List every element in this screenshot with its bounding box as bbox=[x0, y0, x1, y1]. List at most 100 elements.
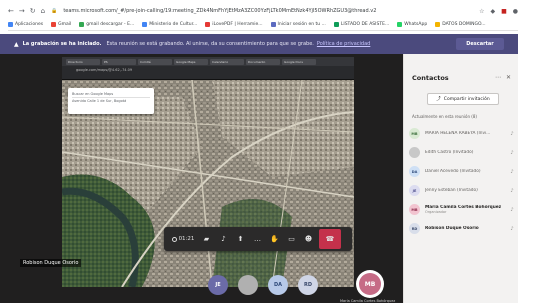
bookmark-label: Ministerio de Cultur... bbox=[149, 22, 198, 27]
map-search-suggestion: Avenida Calle 1 de Sur, Bogotá bbox=[72, 99, 127, 103]
bookmark-favicon-icon bbox=[435, 22, 441, 27]
screenshot-frame: ← → ↻ ⌂ 🔒 teams.microsoft.com/_#/pre-joi… bbox=[0, 0, 557, 303]
share-invite-button[interactable]: ⤴ Compartir invitación bbox=[427, 93, 499, 105]
participant-name: MARIA HELENA RABEYA (Invi... bbox=[425, 131, 491, 136]
star-icon[interactable]: ☆ bbox=[479, 8, 484, 15]
bookmark-item[interactable]: Gmail bbox=[51, 22, 71, 27]
participant-row[interactable]: MB MARIA HELENA RABEYA (Invi... ♪ bbox=[409, 124, 515, 143]
popout-icon[interactable]: ⋯ bbox=[495, 74, 501, 81]
bookmark-label: Gmail bbox=[58, 22, 72, 27]
bookmark-label: WhatsApp bbox=[404, 22, 428, 27]
bookmark-label: DATOS DOMINGO... bbox=[442, 22, 486, 27]
raise-hand-button[interactable]: ✋ bbox=[266, 229, 283, 249]
bookmark-favicon-icon bbox=[333, 22, 339, 27]
shared-browser-tab: Google Maps bbox=[174, 58, 208, 65]
mic-muted-icon: ♪ bbox=[221, 235, 226, 243]
participant-name: Edith Castro (Invitado) bbox=[425, 150, 474, 155]
bookmark-item[interactable]: gmail descargar - E... bbox=[79, 22, 134, 27]
participant-avatar: DA bbox=[409, 166, 420, 177]
participant-info: Daniel Acevedo (Invitado) bbox=[425, 169, 509, 174]
mic-status-icon: ♪ bbox=[510, 206, 514, 213]
bookmark-label: iLovePDF | Herramie... bbox=[212, 22, 263, 27]
participant-avatar: MB bbox=[409, 128, 420, 139]
contacts-title: Contactos bbox=[412, 74, 449, 82]
participant-avatar bbox=[238, 275, 258, 295]
bookmark-item[interactable]: DATOS DOMINGO... bbox=[435, 22, 486, 27]
participant-name: Jenny Esteban (Invitado) bbox=[425, 188, 478, 193]
participant-row[interactable]: RD Robison Duque Osorio ♪ bbox=[409, 219, 515, 238]
bookmark-favicon-icon bbox=[79, 22, 85, 27]
share-invite-label: Compartir invitación bbox=[443, 96, 490, 102]
forward-icon[interactable]: → bbox=[19, 7, 25, 15]
participant-row[interactable]: JE Jenny Esteban (Invitado) ♪ bbox=[409, 181, 515, 200]
camera-button[interactable]: ▰ bbox=[198, 229, 215, 249]
shared-browser-tab: Comité bbox=[138, 58, 172, 65]
bookmark-item[interactable]: iLovePDF | Herramie... bbox=[205, 22, 263, 27]
bookmark-favicon-icon bbox=[142, 22, 148, 27]
extension-icon[interactable]: ◆ bbox=[490, 8, 495, 15]
shared-browser-address: google.com/maps/@4.62,-74.09 bbox=[62, 66, 354, 74]
participants-button[interactable]: ☻ bbox=[300, 229, 317, 249]
home-icon[interactable]: ⌂ bbox=[41, 7, 45, 15]
more-actions-button[interactable]: … bbox=[249, 229, 266, 249]
shared-browser-tab: Google Docs bbox=[282, 58, 316, 65]
bookmark-label: gmail descargar - E... bbox=[86, 22, 135, 27]
recording-indicator-icon bbox=[171, 236, 177, 242]
url-field[interactable]: teams.microsoft.com/_#/pre-join-calling/… bbox=[63, 8, 473, 14]
participant-row[interactable]: Edith Castro (Invitado) ♪ bbox=[409, 143, 515, 162]
participant-row[interactable]: MB María Camila Cortes Bohórquez Organizad… bbox=[409, 200, 515, 219]
bookmark-label: Iniciar sesión en tu ... bbox=[277, 22, 326, 27]
hand-icon: ✋ bbox=[270, 235, 279, 243]
shared-screen: Directorio PS Comité Google Maps Calendario D… bbox=[62, 57, 354, 287]
participant-avatar bbox=[409, 147, 420, 158]
hang-up-button[interactable]: ☎ bbox=[319, 229, 341, 249]
participant-name: Robison Duque Osorio bbox=[425, 226, 479, 231]
participant-avatar: JE bbox=[409, 185, 420, 196]
participant-name: Daniel Acevedo (Invitado) bbox=[425, 169, 481, 174]
share-screen-button[interactable]: ⬆ bbox=[232, 229, 249, 249]
warning-icon: ▲ bbox=[14, 40, 19, 48]
mic-status-icon: ♪ bbox=[510, 225, 514, 232]
bookmark-item[interactable]: Aplicaciones bbox=[8, 22, 43, 27]
page-right-margin bbox=[518, 0, 557, 303]
share-icon: ⬆ bbox=[237, 235, 244, 243]
record-icon[interactable]: ■ bbox=[501, 8, 507, 15]
back-icon[interactable]: ← bbox=[8, 7, 14, 15]
recording-banner: ▲ La grabación se ha iniciado. Esta reun… bbox=[0, 34, 518, 54]
privacy-policy-link[interactable]: Política de privacidad bbox=[317, 41, 370, 47]
dismiss-button[interactable]: Descartar bbox=[456, 38, 504, 50]
bookmark-favicon-icon bbox=[205, 22, 211, 27]
call-timer: 01:21 bbox=[168, 229, 198, 249]
self-avatar: MB bbox=[356, 270, 384, 298]
participant-list: MB MARIA HELENA RABEYA (Invi... ♪ Edith Cas… bbox=[409, 124, 515, 238]
shared-browser-tab: Calendario bbox=[210, 58, 244, 65]
close-icon[interactable]: ✕ bbox=[506, 74, 511, 81]
stage-avatar-row: JE DA RD bbox=[208, 275, 318, 295]
bookmark-item[interactable]: Iniciar sesión en tu ... bbox=[270, 22, 326, 27]
map-search-query: Buscar en Google Maps bbox=[72, 91, 150, 98]
mic-status-icon: ♪ bbox=[510, 187, 514, 194]
shared-browser-bookmarks bbox=[62, 74, 354, 80]
shared-browser-tab: PS bbox=[102, 58, 136, 65]
participant-avatar: MB bbox=[409, 204, 420, 215]
shared-browser-tabs: Directorio PS Comité Google Maps Calendario D… bbox=[62, 57, 354, 66]
bookmark-item[interactable]: WhatsApp bbox=[397, 22, 427, 27]
mic-button[interactable]: ♪ bbox=[215, 229, 232, 249]
bookmark-item[interactable]: Ministerio de Cultur... bbox=[142, 22, 197, 27]
chat-button[interactable]: ▭ bbox=[283, 229, 300, 249]
browser-address-bar: ← → ↻ ⌂ 🔒 teams.microsoft.com/_#/pre-joi… bbox=[8, 4, 518, 18]
reload-icon[interactable]: ↻ bbox=[30, 7, 36, 15]
participant-info: Jenny Esteban (Invitado) bbox=[425, 188, 509, 193]
mic-status-icon: ♪ bbox=[510, 130, 514, 137]
bookmark-item[interactable]: LISTADO DE ASISTE... bbox=[333, 22, 389, 27]
call-timer-text: 01:21 bbox=[178, 236, 195, 242]
participant-row[interactable]: DA Daniel Acevedo (Invitado) ♪ bbox=[409, 162, 515, 181]
shared-browser-tab: Documento bbox=[246, 58, 280, 65]
camera-icon: ▰ bbox=[203, 235, 210, 243]
phone-hangup-icon: ☎ bbox=[325, 235, 335, 243]
lock-icon: 🔒 bbox=[51, 8, 58, 14]
presenter-name-label: Robison Duque Osorio bbox=[20, 259, 82, 267]
call-controls-bar: 01:21 ▰ ♪ ⬆ … ✋ ▭ ☻ ☎ bbox=[164, 227, 352, 251]
bookmark-favicon-icon bbox=[51, 22, 57, 27]
bookmarks-bar: Aplicaciones Gmail gmail descargar - E... M… bbox=[8, 19, 518, 31]
